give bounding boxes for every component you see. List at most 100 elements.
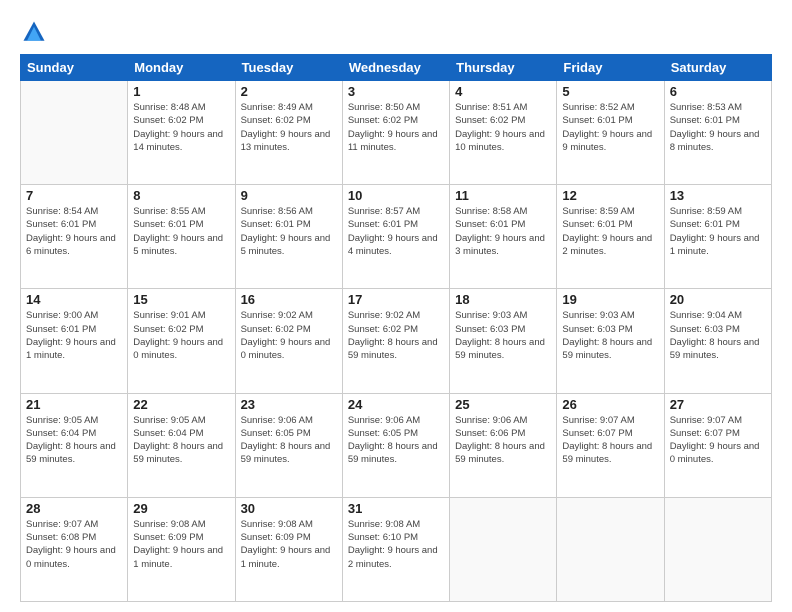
sunset-label: Sunset: 6:01 PM bbox=[26, 219, 96, 230]
sunset-label: Sunset: 6:02 PM bbox=[133, 115, 203, 126]
daylight-label: Daylight: 9 hours and 11 minutes. bbox=[348, 129, 438, 153]
day-info: Sunrise: 9:06 AM Sunset: 6:05 PM Dayligh… bbox=[348, 414, 444, 467]
sunset-label: Sunset: 6:01 PM bbox=[241, 219, 311, 230]
sunrise-label: Sunrise: 9:08 AM bbox=[133, 519, 205, 530]
calendar-cell: 6 Sunrise: 8:53 AM Sunset: 6:01 PM Dayli… bbox=[664, 81, 771, 185]
calendar-cell: 25 Sunrise: 9:06 AM Sunset: 6:06 PM Dayl… bbox=[450, 393, 557, 497]
sunrise-label: Sunrise: 9:05 AM bbox=[26, 415, 98, 426]
calendar-cell: 22 Sunrise: 9:05 AM Sunset: 6:04 PM Dayl… bbox=[128, 393, 235, 497]
day-info: Sunrise: 9:08 AM Sunset: 6:10 PM Dayligh… bbox=[348, 518, 444, 571]
day-info: Sunrise: 9:02 AM Sunset: 6:02 PM Dayligh… bbox=[348, 309, 444, 362]
sunrise-label: Sunrise: 9:02 AM bbox=[241, 310, 313, 321]
calendar-cell: 8 Sunrise: 8:55 AM Sunset: 6:01 PM Dayli… bbox=[128, 185, 235, 289]
sunset-label: Sunset: 6:09 PM bbox=[133, 532, 203, 543]
day-number: 13 bbox=[670, 188, 766, 203]
daylight-label: Daylight: 8 hours and 59 minutes. bbox=[455, 337, 545, 361]
calendar-cell: 2 Sunrise: 8:49 AM Sunset: 6:02 PM Dayli… bbox=[235, 81, 342, 185]
day-info: Sunrise: 9:00 AM Sunset: 6:01 PM Dayligh… bbox=[26, 309, 122, 362]
day-number: 14 bbox=[26, 292, 122, 307]
daylight-label: Daylight: 9 hours and 13 minutes. bbox=[241, 129, 331, 153]
day-info: Sunrise: 8:59 AM Sunset: 6:01 PM Dayligh… bbox=[562, 205, 658, 258]
sunrise-label: Sunrise: 9:01 AM bbox=[133, 310, 205, 321]
daylight-label: Daylight: 8 hours and 59 minutes. bbox=[241, 441, 331, 465]
daylight-label: Daylight: 8 hours and 59 minutes. bbox=[562, 441, 652, 465]
day-number: 19 bbox=[562, 292, 658, 307]
sunset-label: Sunset: 6:04 PM bbox=[133, 428, 203, 439]
daylight-label: Daylight: 9 hours and 5 minutes. bbox=[241, 233, 331, 257]
sunset-label: Sunset: 6:01 PM bbox=[348, 219, 418, 230]
daylight-label: Daylight: 9 hours and 3 minutes. bbox=[455, 233, 545, 257]
sunrise-label: Sunrise: 8:56 AM bbox=[241, 206, 313, 217]
calendar-cell: 31 Sunrise: 9:08 AM Sunset: 6:10 PM Dayl… bbox=[342, 497, 449, 601]
sunrise-label: Sunrise: 9:06 AM bbox=[455, 415, 527, 426]
sunset-label: Sunset: 6:04 PM bbox=[26, 428, 96, 439]
calendar-cell: 24 Sunrise: 9:06 AM Sunset: 6:05 PM Dayl… bbox=[342, 393, 449, 497]
day-info: Sunrise: 9:08 AM Sunset: 6:09 PM Dayligh… bbox=[133, 518, 229, 571]
sunset-label: Sunset: 6:05 PM bbox=[348, 428, 418, 439]
day-info: Sunrise: 8:56 AM Sunset: 6:01 PM Dayligh… bbox=[241, 205, 337, 258]
sunrise-label: Sunrise: 8:55 AM bbox=[133, 206, 205, 217]
daylight-label: Daylight: 9 hours and 0 minutes. bbox=[241, 337, 331, 361]
week-row-3: 14 Sunrise: 9:00 AM Sunset: 6:01 PM Dayl… bbox=[21, 289, 772, 393]
weekday-header-friday: Friday bbox=[557, 55, 664, 81]
sunrise-label: Sunrise: 9:06 AM bbox=[348, 415, 420, 426]
calendar-header: SundayMondayTuesdayWednesdayThursdayFrid… bbox=[21, 55, 772, 81]
calendar-cell: 19 Sunrise: 9:03 AM Sunset: 6:03 PM Dayl… bbox=[557, 289, 664, 393]
sunrise-label: Sunrise: 8:52 AM bbox=[562, 102, 634, 113]
weekday-header-wednesday: Wednesday bbox=[342, 55, 449, 81]
day-info: Sunrise: 8:51 AM Sunset: 6:02 PM Dayligh… bbox=[455, 101, 551, 154]
calendar-cell: 9 Sunrise: 8:56 AM Sunset: 6:01 PM Dayli… bbox=[235, 185, 342, 289]
sunset-label: Sunset: 6:01 PM bbox=[26, 324, 96, 335]
sunset-label: Sunset: 6:01 PM bbox=[670, 219, 740, 230]
day-number: 27 bbox=[670, 397, 766, 412]
day-info: Sunrise: 8:53 AM Sunset: 6:01 PM Dayligh… bbox=[670, 101, 766, 154]
day-number: 25 bbox=[455, 397, 551, 412]
day-number: 30 bbox=[241, 501, 337, 516]
daylight-label: Daylight: 9 hours and 1 minute. bbox=[241, 545, 331, 569]
sunset-label: Sunset: 6:02 PM bbox=[241, 324, 311, 335]
day-info: Sunrise: 8:52 AM Sunset: 6:01 PM Dayligh… bbox=[562, 101, 658, 154]
day-info: Sunrise: 9:06 AM Sunset: 6:05 PM Dayligh… bbox=[241, 414, 337, 467]
daylight-label: Daylight: 9 hours and 14 minutes. bbox=[133, 129, 223, 153]
day-info: Sunrise: 9:07 AM Sunset: 6:07 PM Dayligh… bbox=[670, 414, 766, 467]
daylight-label: Daylight: 9 hours and 10 minutes. bbox=[455, 129, 545, 153]
daylight-label: Daylight: 9 hours and 0 minutes. bbox=[133, 337, 223, 361]
sunset-label: Sunset: 6:03 PM bbox=[455, 324, 525, 335]
calendar-cell bbox=[557, 497, 664, 601]
calendar-cell: 1 Sunrise: 8:48 AM Sunset: 6:02 PM Dayli… bbox=[128, 81, 235, 185]
day-number: 12 bbox=[562, 188, 658, 203]
calendar-cell bbox=[664, 497, 771, 601]
day-number: 2 bbox=[241, 84, 337, 99]
sunset-label: Sunset: 6:02 PM bbox=[241, 115, 311, 126]
daylight-label: Daylight: 9 hours and 2 minutes. bbox=[348, 545, 438, 569]
calendar-cell: 27 Sunrise: 9:07 AM Sunset: 6:07 PM Dayl… bbox=[664, 393, 771, 497]
day-info: Sunrise: 8:49 AM Sunset: 6:02 PM Dayligh… bbox=[241, 101, 337, 154]
day-number: 24 bbox=[348, 397, 444, 412]
calendar-cell: 18 Sunrise: 9:03 AM Sunset: 6:03 PM Dayl… bbox=[450, 289, 557, 393]
day-info: Sunrise: 8:57 AM Sunset: 6:01 PM Dayligh… bbox=[348, 205, 444, 258]
calendar-cell: 21 Sunrise: 9:05 AM Sunset: 6:04 PM Dayl… bbox=[21, 393, 128, 497]
day-number: 1 bbox=[133, 84, 229, 99]
logo bbox=[20, 18, 52, 46]
sunrise-label: Sunrise: 8:51 AM bbox=[455, 102, 527, 113]
day-info: Sunrise: 9:07 AM Sunset: 6:08 PM Dayligh… bbox=[26, 518, 122, 571]
sunset-label: Sunset: 6:01 PM bbox=[562, 115, 632, 126]
sunset-label: Sunset: 6:02 PM bbox=[348, 115, 418, 126]
day-number: 9 bbox=[241, 188, 337, 203]
sunset-label: Sunset: 6:05 PM bbox=[241, 428, 311, 439]
day-info: Sunrise: 9:05 AM Sunset: 6:04 PM Dayligh… bbox=[26, 414, 122, 467]
day-number: 11 bbox=[455, 188, 551, 203]
day-number: 28 bbox=[26, 501, 122, 516]
day-number: 23 bbox=[241, 397, 337, 412]
day-number: 5 bbox=[562, 84, 658, 99]
day-info: Sunrise: 9:06 AM Sunset: 6:06 PM Dayligh… bbox=[455, 414, 551, 467]
day-info: Sunrise: 8:59 AM Sunset: 6:01 PM Dayligh… bbox=[670, 205, 766, 258]
calendar-cell: 11 Sunrise: 8:58 AM Sunset: 6:01 PM Dayl… bbox=[450, 185, 557, 289]
day-number: 16 bbox=[241, 292, 337, 307]
calendar-cell bbox=[21, 81, 128, 185]
daylight-label: Daylight: 9 hours and 4 minutes. bbox=[348, 233, 438, 257]
daylight-label: Daylight: 9 hours and 5 minutes. bbox=[133, 233, 223, 257]
day-number: 7 bbox=[26, 188, 122, 203]
sunrise-label: Sunrise: 9:08 AM bbox=[241, 519, 313, 530]
sunset-label: Sunset: 6:01 PM bbox=[562, 219, 632, 230]
